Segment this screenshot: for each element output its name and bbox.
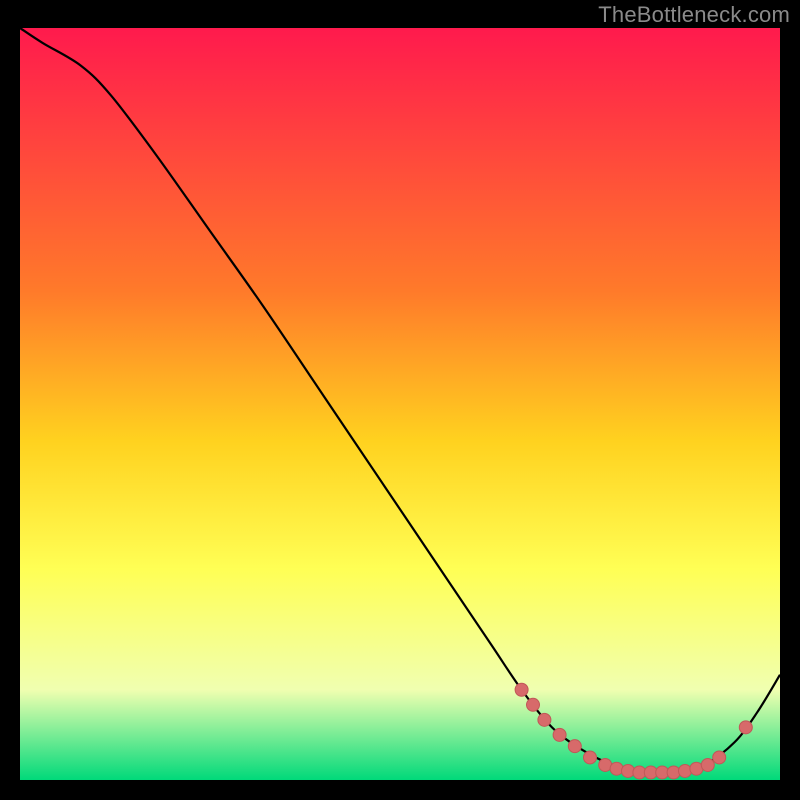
gradient-background	[20, 28, 780, 780]
data-marker	[713, 751, 726, 764]
data-marker	[568, 740, 581, 753]
chart-svg	[20, 28, 780, 780]
data-marker	[553, 728, 566, 741]
data-marker	[622, 764, 635, 777]
data-marker	[515, 683, 528, 696]
data-marker	[679, 764, 692, 777]
data-marker	[701, 758, 714, 771]
watermark-label: TheBottleneck.com	[598, 2, 790, 28]
data-marker	[667, 766, 680, 779]
plot-area	[20, 28, 780, 780]
data-marker	[584, 751, 597, 764]
data-marker	[739, 721, 752, 734]
data-marker	[538, 713, 551, 726]
data-marker	[610, 762, 623, 775]
data-marker	[527, 698, 540, 711]
chart-frame: TheBottleneck.com	[0, 0, 800, 800]
